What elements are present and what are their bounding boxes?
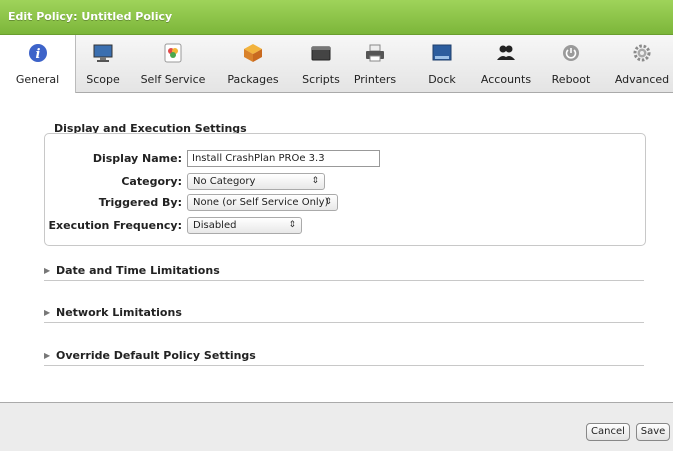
select-arrows-icon: ⇕ <box>324 197 332 207</box>
execution-frequency-select[interactable]: Disabled ⇕ <box>187 217 302 234</box>
select-arrows-icon: ⇕ <box>288 220 296 230</box>
network-limitations-section[interactable]: ▶ Network Limitations <box>44 306 644 323</box>
window-title: Edit Policy: Untitled Policy <box>8 10 173 23</box>
section-header: Network Limitations <box>56 306 182 319</box>
section-header: Override Default Policy Settings <box>56 349 256 362</box>
tab-general[interactable]: i General <box>0 35 76 93</box>
category-select[interactable]: No Category ⇕ <box>187 173 325 190</box>
gear-icon <box>633 44 651 62</box>
info-icon: i <box>28 44 47 62</box>
tab-dock[interactable]: Dock <box>422 35 462 92</box>
tab-accounts[interactable]: Accounts <box>476 35 536 92</box>
tab-packages[interactable]: Packages <box>222 35 284 92</box>
cancel-button[interactable]: Cancel <box>586 423 630 441</box>
window-titlebar: Edit Policy: Untitled Policy <box>0 0 673 35</box>
footer-bar: Cancel Save <box>0 402 673 451</box>
tab-scripts[interactable]: Scripts <box>296 35 346 92</box>
tab-label: General <box>15 73 60 86</box>
package-icon <box>244 44 262 62</box>
triggered-by-value: None (or Self Service Only) <box>193 197 329 208</box>
tab-label: Advanced <box>614 73 670 86</box>
triggered-by-select[interactable]: None (or Self Service Only) ⇕ <box>187 194 338 211</box>
dock-icon <box>432 44 452 61</box>
tab-reboot[interactable]: Reboot <box>550 35 592 92</box>
script-icon <box>311 46 331 61</box>
tab-label: Reboot <box>551 73 591 86</box>
disclosure-triangle-icon: ▶ <box>44 266 51 275</box>
triggered-by-label: Triggered By: <box>98 196 182 209</box>
section-header: Date and Time Limitations <box>56 264 220 277</box>
execution-frequency-label: Execution Frequency: <box>48 219 182 232</box>
tab-label: Dock <box>428 73 456 86</box>
save-button[interactable]: Save <box>636 423 670 441</box>
execution-frequency-value: Disabled <box>193 220 237 231</box>
select-arrows-icon: ⇕ <box>311 176 319 186</box>
tab-label: Printers <box>353 73 397 86</box>
disclosure-triangle-icon: ▶ <box>44 308 51 317</box>
policy-tab-bar: i General Scope Self Service Packages Sc… <box>0 35 673 93</box>
category-label: Category: <box>121 175 182 188</box>
override-default-settings-section[interactable]: ▶ Override Default Policy Settings <box>44 349 644 366</box>
date-time-limitations-section[interactable]: ▶ Date and Time Limitations <box>44 264 644 281</box>
tab-printers[interactable]: Printers <box>346 35 404 92</box>
power-icon <box>563 45 579 61</box>
self-service-icon <box>164 43 182 63</box>
tab-advanced[interactable]: Advanced <box>614 35 670 92</box>
disclosure-triangle-icon: ▶ <box>44 351 51 360</box>
display-name-field[interactable]: Install CrashPlan PROe 3.3 <box>187 150 380 167</box>
accounts-icon <box>497 45 515 60</box>
tab-label: Scripts <box>302 73 340 86</box>
monitor-icon <box>93 44 113 62</box>
category-value: No Category <box>193 176 256 187</box>
svg-text:i: i <box>35 47 40 62</box>
display-name-label: Display Name: <box>92 152 182 165</box>
tab-label: Self Service <box>140 73 206 86</box>
tab-label: Packages <box>227 73 279 86</box>
tab-label: Scope <box>86 73 120 86</box>
tab-self-service[interactable]: Self Service <box>138 35 208 92</box>
tab-label: Accounts <box>480 73 532 86</box>
tab-scope[interactable]: Scope <box>76 35 130 92</box>
printer-icon <box>366 44 384 62</box>
